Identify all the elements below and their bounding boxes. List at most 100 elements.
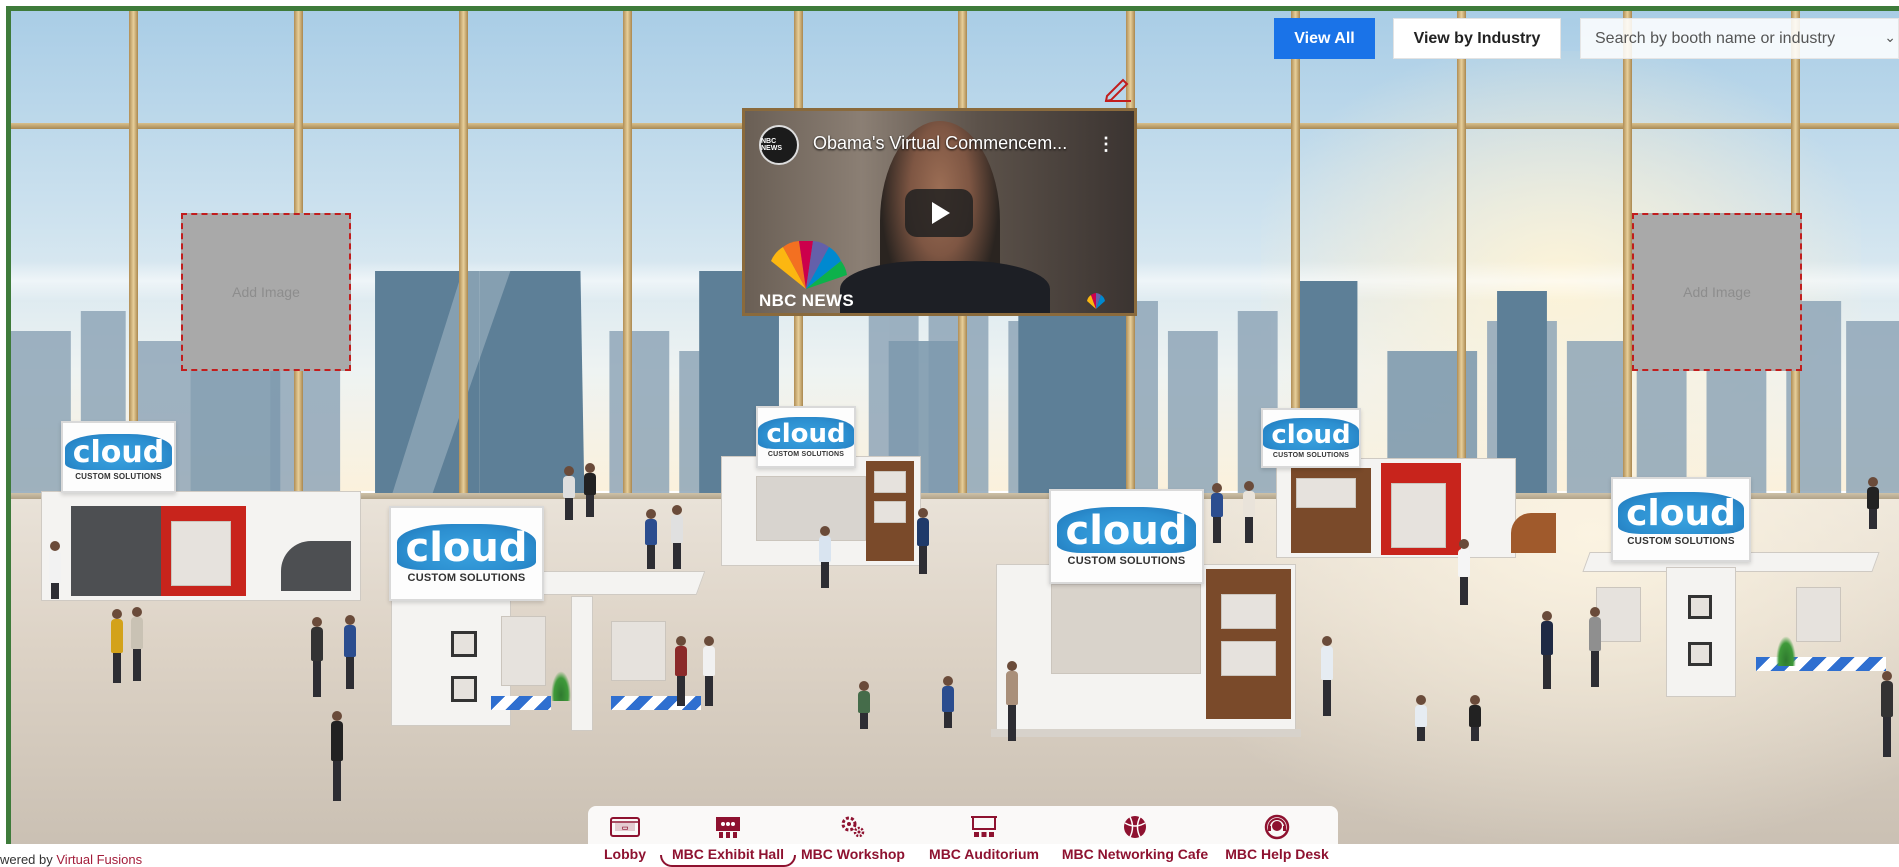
add-image-placeholder[interactable]: Add Image	[1632, 213, 1802, 371]
nav-exhibit-hall[interactable]: MBC Exhibit Hall	[660, 806, 796, 867]
nav-networking-cafe[interactable]: MBC Networking Cafe	[1060, 806, 1210, 867]
visitor-avatar	[344, 615, 356, 689]
window-mullion	[1623, 11, 1632, 501]
booth-tagline: CUSTOM SOLUTIONS	[407, 571, 526, 584]
peacock-logo-icon	[771, 241, 847, 289]
visitor-avatar	[1415, 695, 1427, 741]
chevron-down-icon[interactable]: ⌄	[1884, 29, 1896, 46]
visitor-avatar	[671, 505, 683, 569]
visitor-avatar	[917, 508, 929, 574]
booth-brand: cloud	[1618, 492, 1744, 534]
booth-sign: cloud CUSTOM SOLUTIONS	[1611, 477, 1751, 562]
visitor-avatar	[111, 609, 123, 683]
booth-panel	[1688, 595, 1712, 619]
booth-panel	[1391, 483, 1446, 548]
booth-panel	[611, 621, 666, 681]
booth-sign: cloud CUSTOM SOLUTIONS	[1049, 489, 1204, 584]
booth-tagline: CUSTOM SOLUTIONS	[1627, 536, 1735, 547]
exhibit-hall-icon	[711, 812, 745, 842]
booth-brand: cloud	[758, 416, 854, 449]
visitor-avatar	[675, 636, 687, 706]
virtual-exhibit-hall: cloud CUSTOM SOLUTIONS cloud CUSTOM SOLU…	[0, 0, 1899, 867]
booth-stripe	[491, 696, 551, 710]
visitor-avatar	[942, 676, 954, 728]
embedded-video-player[interactable]: NBC NEWS Obama's Virtual Commencem... ⋮ …	[742, 108, 1137, 316]
add-image-label: Add Image	[1683, 284, 1751, 300]
booth-panel	[451, 676, 477, 702]
exhibitor-booth[interactable]: cloud CUSTOM SOLUTIONS	[1261, 408, 1561, 568]
plant	[551, 671, 571, 701]
nav-lobby[interactable]: ▭ Lobby	[600, 806, 650, 867]
booth-panel	[1051, 584, 1201, 674]
booth-panel	[1796, 587, 1841, 642]
visitor-avatar	[1541, 611, 1553, 689]
play-icon	[932, 202, 950, 224]
visitor-avatar	[819, 526, 831, 588]
plant	[1776, 636, 1796, 666]
booth-search-select[interactable]: ⌄	[1580, 18, 1899, 59]
auditorium-icon	[967, 812, 1001, 842]
visitor-avatar	[311, 617, 323, 697]
visitor-avatar	[584, 463, 596, 517]
lobby-icon: ▭	[608, 812, 642, 842]
powered-by-link[interactable]: Virtual Fusions	[56, 852, 142, 867]
active-tab-indicator	[660, 855, 796, 867]
play-button[interactable]	[905, 189, 973, 237]
powered-by-text: wered by	[0, 852, 53, 867]
booth-base	[991, 729, 1301, 737]
booth-panel	[1296, 478, 1356, 508]
nav-label: MBC Help Desk	[1225, 846, 1329, 862]
booth-panel	[1221, 641, 1276, 676]
edit-pencil-icon[interactable]	[1103, 74, 1133, 102]
video-title[interactable]: Obama's Virtual Commencem...	[813, 133, 1067, 154]
booth-sign: cloud CUSTOM SOLUTIONS	[61, 421, 176, 493]
booth-panel	[1511, 513, 1556, 553]
bottom-navigation: ▭ Lobby MBC Exhibit Hall MBC Workshop MB…	[588, 806, 1338, 867]
exhibitor-booth[interactable]: cloud CUSTOM SOLUTIONS	[1566, 477, 1896, 702]
booth-column	[571, 596, 593, 731]
news-watermark: NBC NEWS	[759, 291, 854, 310]
window-mullion	[623, 11, 632, 501]
nav-workshop[interactable]: MBC Workshop	[798, 806, 908, 867]
workshop-gears-icon	[836, 812, 870, 842]
booth-stripe	[611, 696, 701, 710]
visitor-avatar	[858, 681, 870, 729]
booth-panel	[1688, 642, 1712, 666]
help-desk-icon	[1260, 812, 1294, 842]
booth-panel	[451, 631, 477, 657]
video-speaker-suit	[840, 261, 1050, 313]
nav-label: Lobby	[604, 846, 646, 862]
view-by-industry-button[interactable]: View by Industry	[1393, 18, 1561, 59]
booth-brand: cloud	[64, 433, 173, 470]
booth-brand: cloud	[1057, 506, 1196, 553]
booth-panel	[171, 521, 231, 586]
nav-label: MBC Workshop	[801, 846, 905, 862]
visitor-avatar	[1881, 671, 1893, 757]
more-options-icon[interactable]: ⋮	[1097, 135, 1115, 153]
visitor-avatar	[131, 607, 143, 681]
visitor-avatar	[703, 636, 715, 706]
booth-brand: cloud	[1263, 417, 1359, 450]
nav-help-desk[interactable]: MBC Help Desk	[1224, 806, 1330, 867]
networking-ball-icon	[1118, 812, 1152, 842]
channel-watermark-icon	[1087, 293, 1105, 309]
nav-auditorium[interactable]: MBC Auditorium	[926, 806, 1042, 867]
powered-by-footer: wered by Virtual Fusions	[0, 852, 142, 867]
booth-brand: cloud	[397, 523, 536, 570]
view-all-button[interactable]: View All	[1274, 18, 1375, 59]
channel-avatar[interactable]: NBC NEWS	[759, 125, 799, 165]
visitor-avatar	[1211, 483, 1223, 543]
booth-tagline: CUSTOM SOLUTIONS	[767, 450, 845, 458]
booth-search-input[interactable]	[1595, 29, 1875, 48]
booth-tagline: CUSTOM SOLUTIONS	[1067, 554, 1186, 567]
booth-panel	[71, 506, 161, 596]
booth-wall	[1666, 567, 1736, 697]
visitor-avatar	[1469, 695, 1481, 741]
visitor-avatar	[645, 509, 657, 569]
booth-panel	[756, 476, 866, 541]
visitor-avatar	[1006, 661, 1018, 741]
booth-panel	[1221, 594, 1276, 629]
visitor-avatar	[563, 466, 575, 520]
nav-label: MBC Networking Cafe	[1061, 846, 1209, 862]
add-image-placeholder[interactable]: Add Image	[181, 213, 351, 371]
